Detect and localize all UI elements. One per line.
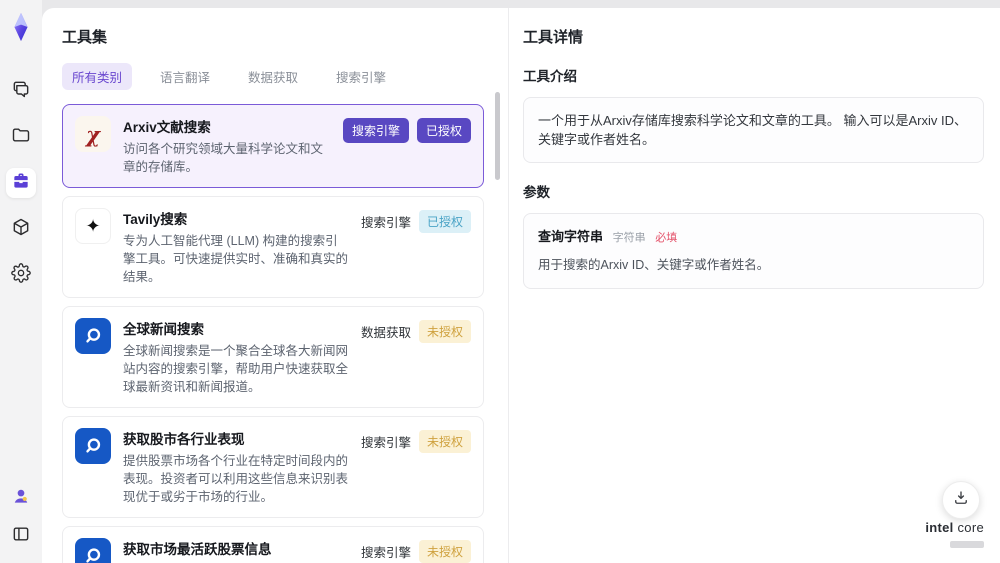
param-type: 字符串 <box>612 232 646 244</box>
category-tab[interactable]: 数据获取 <box>238 63 308 90</box>
tool-status-badge: 已授权 <box>418 210 471 233</box>
detail-title: 工具详情 <box>523 29 584 46</box>
toolbox-icon <box>11 171 31 196</box>
tool-icon: χ <box>75 116 111 152</box>
category-tab[interactable]: 搜索引擎 <box>326 63 396 90</box>
tool-name: 获取市场最活跃股票信息 <box>123 542 272 557</box>
tool-detail-panel: 工具详情 工具介绍 一个用于从Arxiv存储库搜索科学论文和文章的工具。 输入可… <box>508 8 1000 563</box>
tool-icon <box>75 538 111 563</box>
tool-name: Arxiv文献搜索 <box>123 120 211 135</box>
tool-list-item[interactable]: 获取股市各行业表现 提供股票市场各个行业在特定时间段内的表现。投资者可以利用这些… <box>62 416 484 518</box>
panel-toggle-icon <box>11 524 31 549</box>
cube-icon <box>11 217 31 242</box>
tool-texts: 全球新闻搜索 全球新闻搜索是一个聚合全球各大新闻网站内容的搜索引擎，帮助用户快速… <box>123 318 349 396</box>
param-card: 查询字符串 字符串 必填 用于搜索的Arxiv ID、关键字或作者姓名。 <box>523 213 984 289</box>
category-tab[interactable]: 所有类别 <box>62 63 133 90</box>
tool-meta: 搜索引擎 已授权 <box>361 208 471 233</box>
left-sidebar <box>0 0 42 563</box>
sidebar-item-files[interactable] <box>6 122 36 152</box>
tool-list-item[interactable]: χ Arxiv文献搜索 访问各个研究领域大量科学论文和文章的存储库。 搜索引擎 … <box>62 104 484 188</box>
param-header: 查询字符串 字符串 必填 <box>538 227 969 248</box>
intel-brand-text: intel <box>925 520 954 535</box>
tool-description: 提供股票市场各个行业在特定时间段内的表现。投资者可以利用这些信息来识别表现优于或… <box>123 454 349 504</box>
download-icon <box>952 489 970 512</box>
tool-category-tag: 搜索引擎 <box>360 216 411 230</box>
category-tab[interactable]: 语言翻译 <box>150 63 220 90</box>
intro-card: 一个用于从Arxiv存储库搜索科学论文和文章的工具。 输入可以是Arxiv ID… <box>523 97 984 163</box>
tool-icon <box>75 318 111 354</box>
tool-icon: ✦ <box>75 208 111 244</box>
tool-icon <box>75 428 111 464</box>
intro-text: 一个用于从Arxiv存储库搜索科学论文和文章的工具。 输入可以是Arxiv ID… <box>538 113 968 147</box>
sidebar-item-settings[interactable] <box>6 260 36 290</box>
tool-status-badge: 未授权 <box>418 320 471 343</box>
tool-name: 全球新闻搜索 <box>123 322 204 337</box>
collapse-panel-button[interactable] <box>6 521 36 551</box>
tool-description: 专为人工智能代理 (LLM) 构建的搜索引擎工具。可快速提供实时、准确和真实的结… <box>123 234 349 284</box>
intro-heading: 工具介绍 <box>523 69 577 84</box>
user-avatar[interactable] <box>8 485 34 511</box>
tool-name: 获取股市各行业表现 <box>123 432 245 447</box>
settings-gear-icon <box>11 262 31 288</box>
param-required-badge: 必填 <box>655 232 678 244</box>
folder-icon <box>11 125 31 150</box>
params-heading: 参数 <box>523 185 550 200</box>
tool-category-tag: 搜索引擎 <box>360 436 411 450</box>
intel-core-logo: intel core <box>925 520 984 553</box>
tool-texts: 获取股市各行业表现 提供股票市场各个行业在特定时间段内的表现。投资者可以利用这些… <box>123 428 349 506</box>
tool-list: χ Arxiv文献搜索 访问各个研究领域大量科学论文和文章的存储库。 搜索引擎 … <box>62 104 484 563</box>
tool-texts: Tavily搜索 专为人工智能代理 (LLM) 构建的搜索引擎工具。可快速提供实… <box>123 208 349 286</box>
tool-status-badge: 未授权 <box>418 540 471 563</box>
param-description: 用于搜索的Arxiv ID、关键字或作者姓名。 <box>538 258 770 272</box>
sidebar-item-tools[interactable] <box>6 168 36 198</box>
page-title: 工具集 <box>62 29 108 46</box>
tab-label: 所有类别 <box>72 71 123 85</box>
tool-description: 全球新闻搜索是一个聚合全球各大新闻网站内容的搜索引擎，帮助用户快速获取全球最新资… <box>123 344 349 394</box>
tool-list-item[interactable]: ✦ Tavily搜索 专为人工智能代理 (LLM) 构建的搜索引擎工具。可快速提… <box>62 196 484 298</box>
tool-list-item[interactable]: 获取市场最活跃股票信息 提供当天交易量最高的股票列表。投资者可以利用这些信息来识… <box>62 526 484 563</box>
tool-meta: 搜索引擎 已授权 <box>342 116 471 143</box>
tool-name: Tavily搜索 <box>123 212 188 227</box>
tool-category-tag: 搜索引擎 <box>360 546 411 560</box>
core-brand-text: core <box>957 520 984 535</box>
tab-label: 语言翻译 <box>160 71 211 85</box>
main-content: 工具集 所有类别 语言翻译 数据获取 搜索引擎 χ Arxiv文献搜索 访问各个… <box>42 8 1000 563</box>
tab-label: 数据获取 <box>248 71 299 85</box>
intel-sub-badge <box>950 541 984 548</box>
tool-texts: 获取市场最活跃股票信息 提供当天交易量最高的股票列表。投资者可以利用这些信息来识… <box>123 538 349 563</box>
tool-texts: Arxiv文献搜索 访问各个研究领域大量科学论文和文章的存储库。 <box>123 116 331 176</box>
sidebar-item-chat[interactable] <box>6 76 36 106</box>
tab-label: 搜索引擎 <box>336 71 387 85</box>
sidebar-item-plugins[interactable] <box>6 214 36 244</box>
tool-category-tag: 搜索引擎 <box>342 118 409 143</box>
app-logo-icon <box>6 12 36 42</box>
tool-meta: 搜索引擎 未授权 <box>361 538 471 563</box>
tool-meta: 搜索引擎 未授权 <box>361 428 471 453</box>
param-name: 查询字符串 <box>538 229 604 244</box>
tool-meta: 数据获取 未授权 <box>361 318 471 343</box>
list-scrollbar[interactable] <box>495 92 500 180</box>
tool-category-tag: 数据获取 <box>360 326 411 340</box>
tool-list-panel: 工具集 所有类别 语言翻译 数据获取 搜索引擎 χ Arxiv文献搜索 访问各个… <box>42 8 508 563</box>
tool-status-badge: 已授权 <box>416 118 471 143</box>
tool-status-badge: 未授权 <box>418 430 471 453</box>
category-tabs: 所有类别 语言翻译 数据获取 搜索引擎 <box>62 63 484 90</box>
chat-icon <box>11 79 31 104</box>
avatar-icon <box>11 486 31 511</box>
tool-list-item[interactable]: 全球新闻搜索 全球新闻搜索是一个聚合全球各大新闻网站内容的搜索引擎，帮助用户快速… <box>62 306 484 408</box>
tool-description: 访问各个研究领域大量科学论文和文章的存储库。 <box>123 142 324 174</box>
download-button[interactable] <box>942 481 980 519</box>
